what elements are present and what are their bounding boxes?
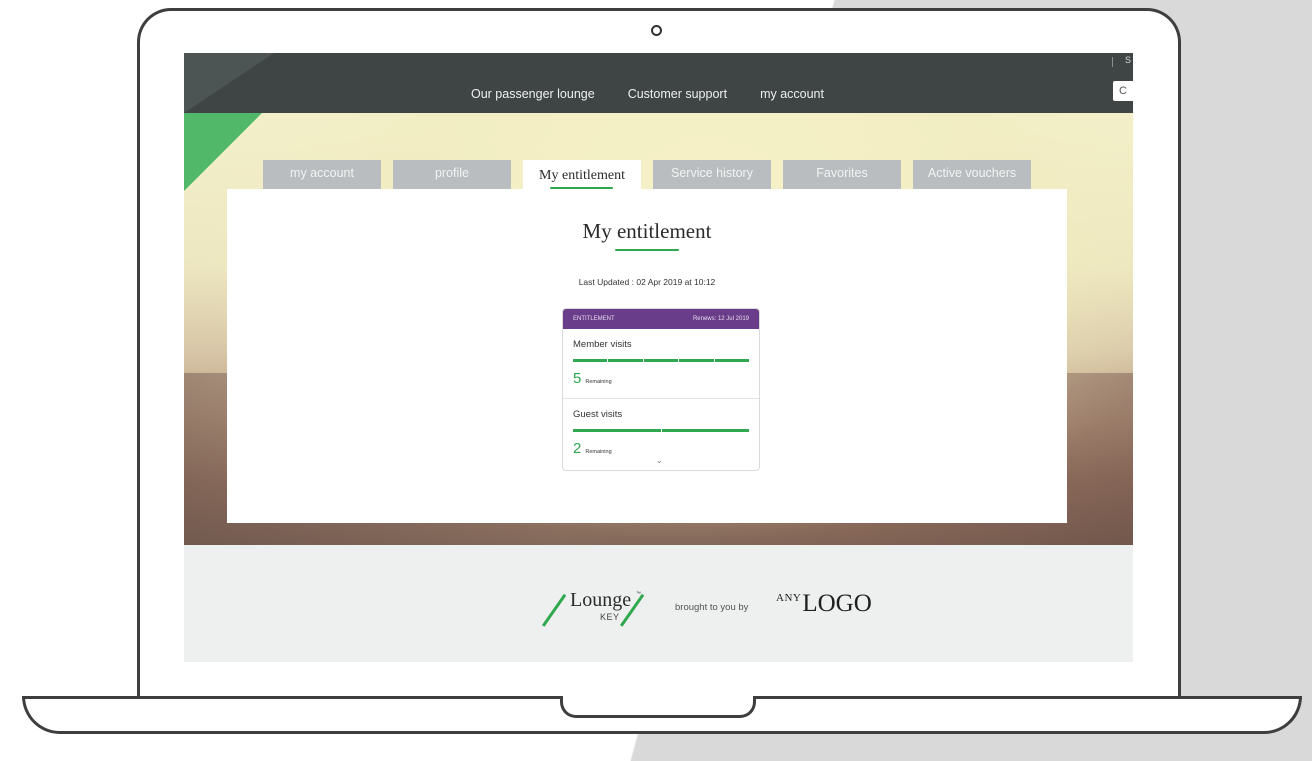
guest-visits-label: Guest visits bbox=[573, 409, 623, 420]
brought-to-you-text: brought to you by bbox=[675, 602, 749, 613]
loungekey-logo: Lounge ™ KEY bbox=[542, 585, 645, 627]
title-underline bbox=[615, 249, 679, 251]
logo-brand-name: Lounge bbox=[570, 589, 632, 611]
partner-logo-small: ANY bbox=[776, 592, 802, 604]
main-nav: Our passenger lounge Customer support my… bbox=[471, 87, 824, 101]
logo-brand-sub: KEY bbox=[600, 612, 620, 622]
laptop-base-notch bbox=[560, 696, 756, 718]
card-header-title: ENTITLEMENT bbox=[573, 316, 615, 322]
member-remaining-label: Remaining bbox=[585, 379, 612, 385]
logo-slash-left bbox=[542, 593, 567, 627]
guest-visits-bar bbox=[573, 429, 749, 432]
nav-link-my-account[interactable]: my account bbox=[760, 87, 824, 101]
chevron-down-icon[interactable]: ⌄ bbox=[656, 456, 663, 465]
nav-link-passenger-lounge[interactable]: Our passenger lounge bbox=[471, 87, 595, 101]
guest-visits-section: Guest visits 2 Remaining ⌄ bbox=[563, 398, 759, 467]
guest-visit-segment bbox=[573, 429, 661, 432]
search-input[interactable]: C bbox=[1113, 81, 1133, 101]
tab-my-entitlement[interactable]: My entitlement bbox=[523, 160, 641, 191]
tab-favorites[interactable]: Favorites bbox=[783, 160, 901, 189]
page-title: My entitlement bbox=[582, 219, 712, 243]
tab-service-history[interactable]: Service history bbox=[653, 160, 771, 189]
member-visit-segment bbox=[573, 359, 608, 362]
last-updated: Last Updated : 02 Apr 2019 at 10:12 bbox=[227, 277, 1067, 287]
guest-remaining: 2 Remaining bbox=[573, 440, 749, 457]
card-header: ENTITLEMENT Renews: 12 Jul 2019 bbox=[563, 309, 759, 329]
last-updated-label: Last Updated : bbox=[578, 277, 634, 287]
last-updated-value: 02 Apr 2019 at 10:12 bbox=[636, 277, 716, 287]
entitlement-card: ENTITLEMENT Renews: 12 Jul 2019 Member v… bbox=[562, 308, 760, 471]
green-corner-accent bbox=[184, 113, 262, 191]
member-visits-section: Member visits 5 Remaining bbox=[563, 329, 759, 398]
nav-link-customer-support[interactable]: Customer support bbox=[628, 87, 727, 101]
member-visit-segment bbox=[608, 359, 643, 362]
guest-visit-segment bbox=[661, 429, 749, 432]
card-renewal-date: Renews: 12 Jul 2019 bbox=[692, 316, 749, 322]
tab-my-account[interactable]: my account bbox=[263, 160, 381, 189]
camera-icon bbox=[651, 25, 662, 36]
member-visit-segment bbox=[714, 359, 750, 362]
member-remaining: 5 Remaining bbox=[573, 370, 749, 387]
tab-active-vouchers[interactable]: Active vouchers bbox=[913, 160, 1031, 189]
member-remaining-count: 5 bbox=[573, 370, 582, 387]
member-visit-segment bbox=[643, 359, 679, 362]
entitlement-panel: My entitlement Last Updated : 02 Apr 201… bbox=[227, 189, 1067, 523]
footer: Lounge ™ KEY brought to you by ANYLOGO bbox=[184, 545, 1133, 662]
laptop-screen: Our passenger lounge Customer support my… bbox=[184, 53, 1133, 662]
topbar-corner-shape bbox=[184, 53, 274, 113]
member-visits-bar bbox=[573, 359, 750, 362]
account-tabs: my account profile My entitlement Servic… bbox=[263, 160, 1031, 191]
partner-logo: ANYLOGO bbox=[776, 590, 872, 618]
member-visits-label: Member visits bbox=[573, 339, 632, 350]
guest-remaining-label: Remaining bbox=[585, 449, 612, 455]
tab-profile[interactable]: profile bbox=[393, 160, 511, 189]
top-right-divider bbox=[1112, 57, 1113, 67]
top-navigation-bar: Our passenger lounge Customer support my… bbox=[184, 53, 1133, 113]
member-visit-segment bbox=[679, 359, 714, 362]
partner-logo-big: LOGO bbox=[802, 590, 872, 617]
top-right-link[interactable]: S bbox=[1125, 55, 1131, 65]
guest-remaining-count: 2 bbox=[573, 440, 582, 457]
